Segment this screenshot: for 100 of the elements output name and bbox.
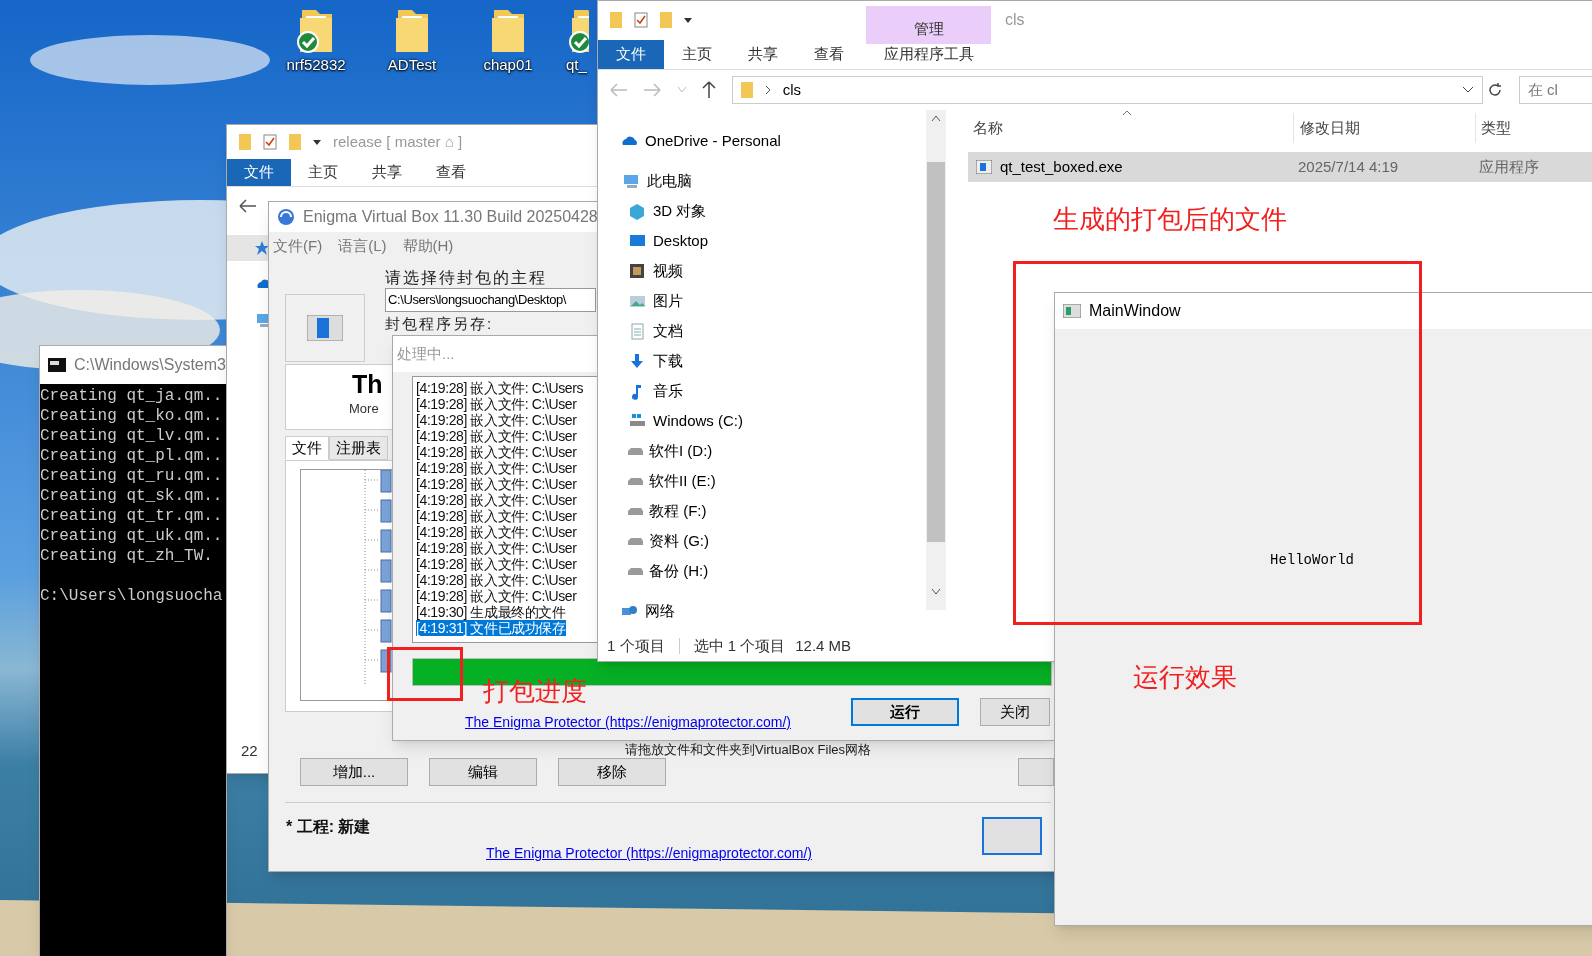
scroll-thumb[interactable] [927,162,946,542]
ribbon-tab[interactable]: 共享 [355,159,419,186]
log-line[interactable]: [4:19:28] 嵌入文件: C:\User [416,412,577,428]
item-count: 22 [241,742,258,759]
ribbon-tab[interactable]: 查看 [419,159,483,186]
ribbon-tab[interactable]: 主页 [664,40,730,69]
file-type: 应用程序 [1478,156,1539,177]
drive-icon [628,567,643,575]
chevron-right-icon [764,85,771,95]
action-button[interactable]: 编辑 [429,758,537,786]
log-line[interactable]: [4:19:28] 嵌入文件: C:\User [416,396,577,412]
address-path: cls [782,79,802,100]
film-icon [628,262,647,280]
nav-item[interactable]: 视频 [598,256,927,286]
menu-item[interactable]: 语言(L) [338,234,387,258]
app-icon-box[interactable] [285,294,365,362]
log-line[interactable]: [4:19:28] 嵌入文件: C:\User [416,476,577,492]
nav-item[interactable]: Windows (C:) [598,406,927,436]
banner-title: Th [352,369,383,399]
nav-item[interactable]: 网络 [598,596,927,626]
context-group-label: 管理 [913,18,944,39]
nav-item[interactable]: 音乐 [598,376,927,406]
tab[interactable]: 注册表 [329,436,388,460]
column-header[interactable]: 名称 [968,113,1294,143]
window-title: cls [1005,10,1025,30]
cube-icon [628,202,647,220]
dropdown-icon[interactable] [313,138,321,146]
nav-item[interactable]: 此电脑 [598,166,927,196]
ribbon-tab[interactable]: 共享 [730,40,796,69]
sort-caret-icon [1122,110,1132,116]
drive-icon [628,447,643,455]
scroll-down-icon[interactable] [931,588,942,596]
annotation-text: 打包进度 [483,675,587,708]
dialog-button[interactable]: 关闭 [980,698,1051,726]
desktop-icon-label[interactable]: ADTest [387,54,437,77]
log-line[interactable]: [4:19:30] 生成最终的文件 [416,604,566,620]
column-header[interactable]: 类型 [1476,113,1592,143]
log-line[interactable]: [4:19:28] 嵌入文件: C:\User [416,572,577,588]
log-line[interactable]: [4:19:28] 嵌入文件: C:\User [416,444,577,460]
refresh-icon[interactable] [1487,82,1503,98]
website-link[interactable]: The Enigma Protector (https://enigmaprotector.com/) [486,843,813,864]
back-arrow-icon[interactable] [239,199,257,213]
console-line: Creating qt_ru.qm.. [40,466,223,486]
log-line[interactable]: [4:19:28] 嵌入文件: C:\User [416,524,577,540]
ribbon-tab[interactable]: 查看 [796,40,862,69]
nav-item-selected[interactable] [227,235,268,261]
log-line[interactable]: [4:19:28] 嵌入文件: C:\Users [416,380,583,396]
ribbon-tab[interactable]: 主页 [291,159,355,186]
nav-item[interactable]: OneDrive - Personal [598,126,927,156]
action-button[interactable]: 增加... [300,758,408,786]
file-row[interactable]: qt_test_boxed.exe 2025/7/14 4:19 应用程序 [968,152,1592,182]
dialog-button[interactable]: 运行 [851,698,960,726]
status-text: 选中 1 个项目 [693,635,786,656]
nav-item[interactable]: 文档 [598,316,927,346]
globe-icon [277,208,295,226]
desktop-icon-label[interactable]: qt_ [566,54,587,77]
ribbon-tab[interactable]: 应用程序工具 [866,40,991,69]
log-line[interactable]: [4:19:28] 嵌入文件: C:\User [416,460,577,476]
log-line[interactable]: [4:19:28] 嵌入文件: C:\User [416,508,577,524]
document-icon [628,322,647,340]
log-line[interactable]: [4:19:28] 嵌入文件: C:\User [416,588,577,604]
nav-item[interactable]: 资料 (G:) [598,526,927,556]
scrollbar[interactable] [926,110,946,610]
ribbon-tab[interactable]: 文件 [598,40,664,69]
path-field[interactable]: C:\Users\longsuochang\Desktop\ [385,288,596,312]
nav-item[interactable]: 3D 对象 [598,196,927,226]
console-line: Creating qt_uk.qm.. [40,526,223,546]
banner-subtitle: More [349,400,379,418]
tab[interactable]: 文件 [285,436,329,460]
address-bar[interactable]: cls [731,76,1484,104]
menu-item[interactable]: 文件(F) [273,234,323,258]
nav-item[interactable]: 备份 (H:) [598,556,927,586]
status-text: 1 个项目 [607,635,665,656]
menu-item[interactable]: 帮助(H) [402,234,454,258]
up-arrow-icon[interactable] [702,81,716,99]
search-field[interactable]: 在 cl [1518,76,1592,104]
log-line[interactable]: [4:19:28] 嵌入文件: C:\User [416,556,577,572]
desktop-icon-label[interactable]: chap01 [483,54,533,77]
log-line[interactable]: [4:19:28] 嵌入文件: C:\User [416,492,577,508]
ribbon-tab[interactable]: 文件 [227,159,291,186]
checkbox-icon[interactable] [263,134,277,150]
nav-item[interactable]: 教程 (F:) [598,496,927,526]
chevron-down-icon[interactable] [1462,86,1475,94]
nav-item[interactable]: 软件I (D:) [598,436,927,466]
website-link[interactable]: The Enigma Protector (https://enigmaprotector.com/) [465,712,792,733]
log-line[interactable]: [4:19:28] 嵌入文件: C:\User [416,540,577,556]
log-line[interactable]: [4:19:28] 嵌入文件: C:\User [416,428,577,444]
action-button[interactable] [982,817,1043,855]
dropdown-icon[interactable] [684,16,692,24]
desktop-icon-label[interactable]: nrf52832 [286,54,346,77]
console-line: Creating qt_ko.qm.. [40,406,223,426]
nav-item[interactable]: 图片 [598,286,927,316]
nav-item[interactable]: Desktop [598,226,927,256]
column-header[interactable]: 修改日期 [1295,113,1476,143]
nav-item[interactable]: 软件II (E:) [598,466,927,496]
action-button[interactable]: 移除 [558,758,666,786]
scroll-up-icon[interactable] [931,114,942,122]
checkbox-icon[interactable] [634,12,648,28]
nav-item[interactable]: 下载 [598,346,927,376]
window-icon [307,315,343,341]
